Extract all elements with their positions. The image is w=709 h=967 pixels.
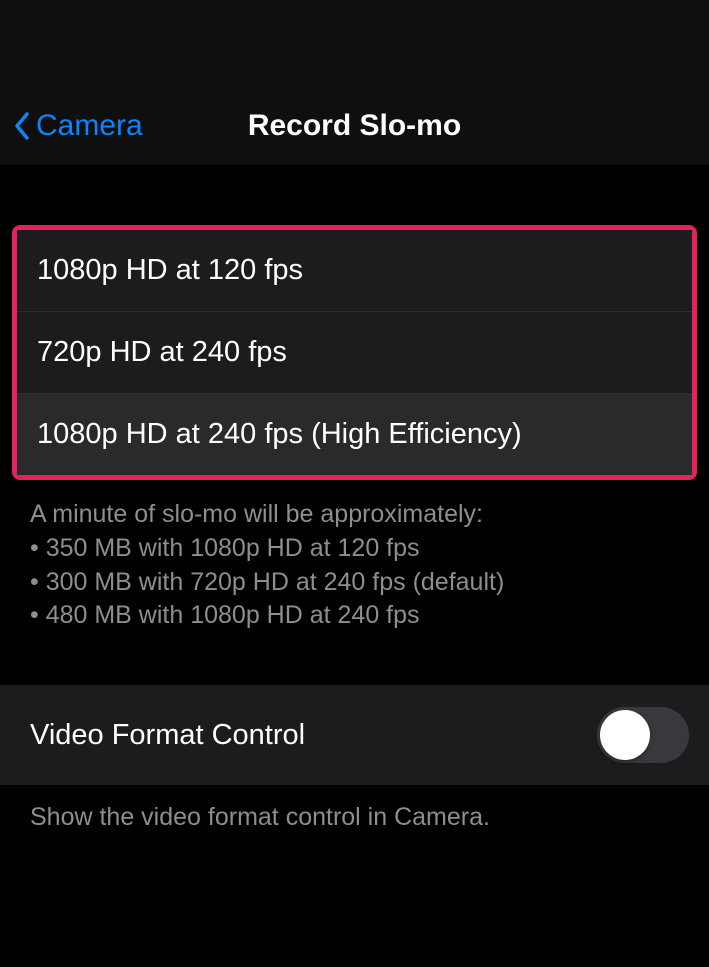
footer-line-2: • 300 MB with 720p HD at 240 fps (defaul…: [30, 566, 679, 600]
footer-line-1: • 350 MB with 1080p HD at 120 fps: [30, 532, 679, 566]
back-button[interactable]: Camera: [12, 109, 143, 143]
chevron-left-icon: [12, 110, 32, 142]
back-label: Camera: [36, 109, 143, 143]
video-format-control-label: Video Format Control: [30, 719, 305, 752]
navigation-bar: Camera Record Slo-mo: [0, 0, 709, 165]
footer-line-3: • 480 MB with 1080p HD at 240 fps: [30, 599, 679, 633]
option-1080p-120fps[interactable]: 1080p HD at 120 fps: [17, 230, 692, 312]
option-720p-240fps[interactable]: 720p HD at 240 fps: [17, 312, 692, 394]
video-format-section: Video Format Control: [0, 685, 709, 785]
video-format-footer: Show the video format control in Camera.: [0, 785, 709, 832]
option-1080p-240fps-he[interactable]: 1080p HD at 240 fps (High Efficiency): [17, 394, 692, 475]
toggle-knob: [600, 710, 650, 760]
video-format-control-toggle[interactable]: [597, 707, 689, 763]
options-footer: A minute of slo-mo will be approximately…: [0, 480, 709, 633]
footer-intro: A minute of slo-mo will be approximately…: [30, 498, 679, 532]
video-format-control-row[interactable]: Video Format Control: [0, 685, 709, 785]
slo-mo-options-group: 1080p HD at 120 fps 720p HD at 240 fps 1…: [12, 225, 697, 480]
